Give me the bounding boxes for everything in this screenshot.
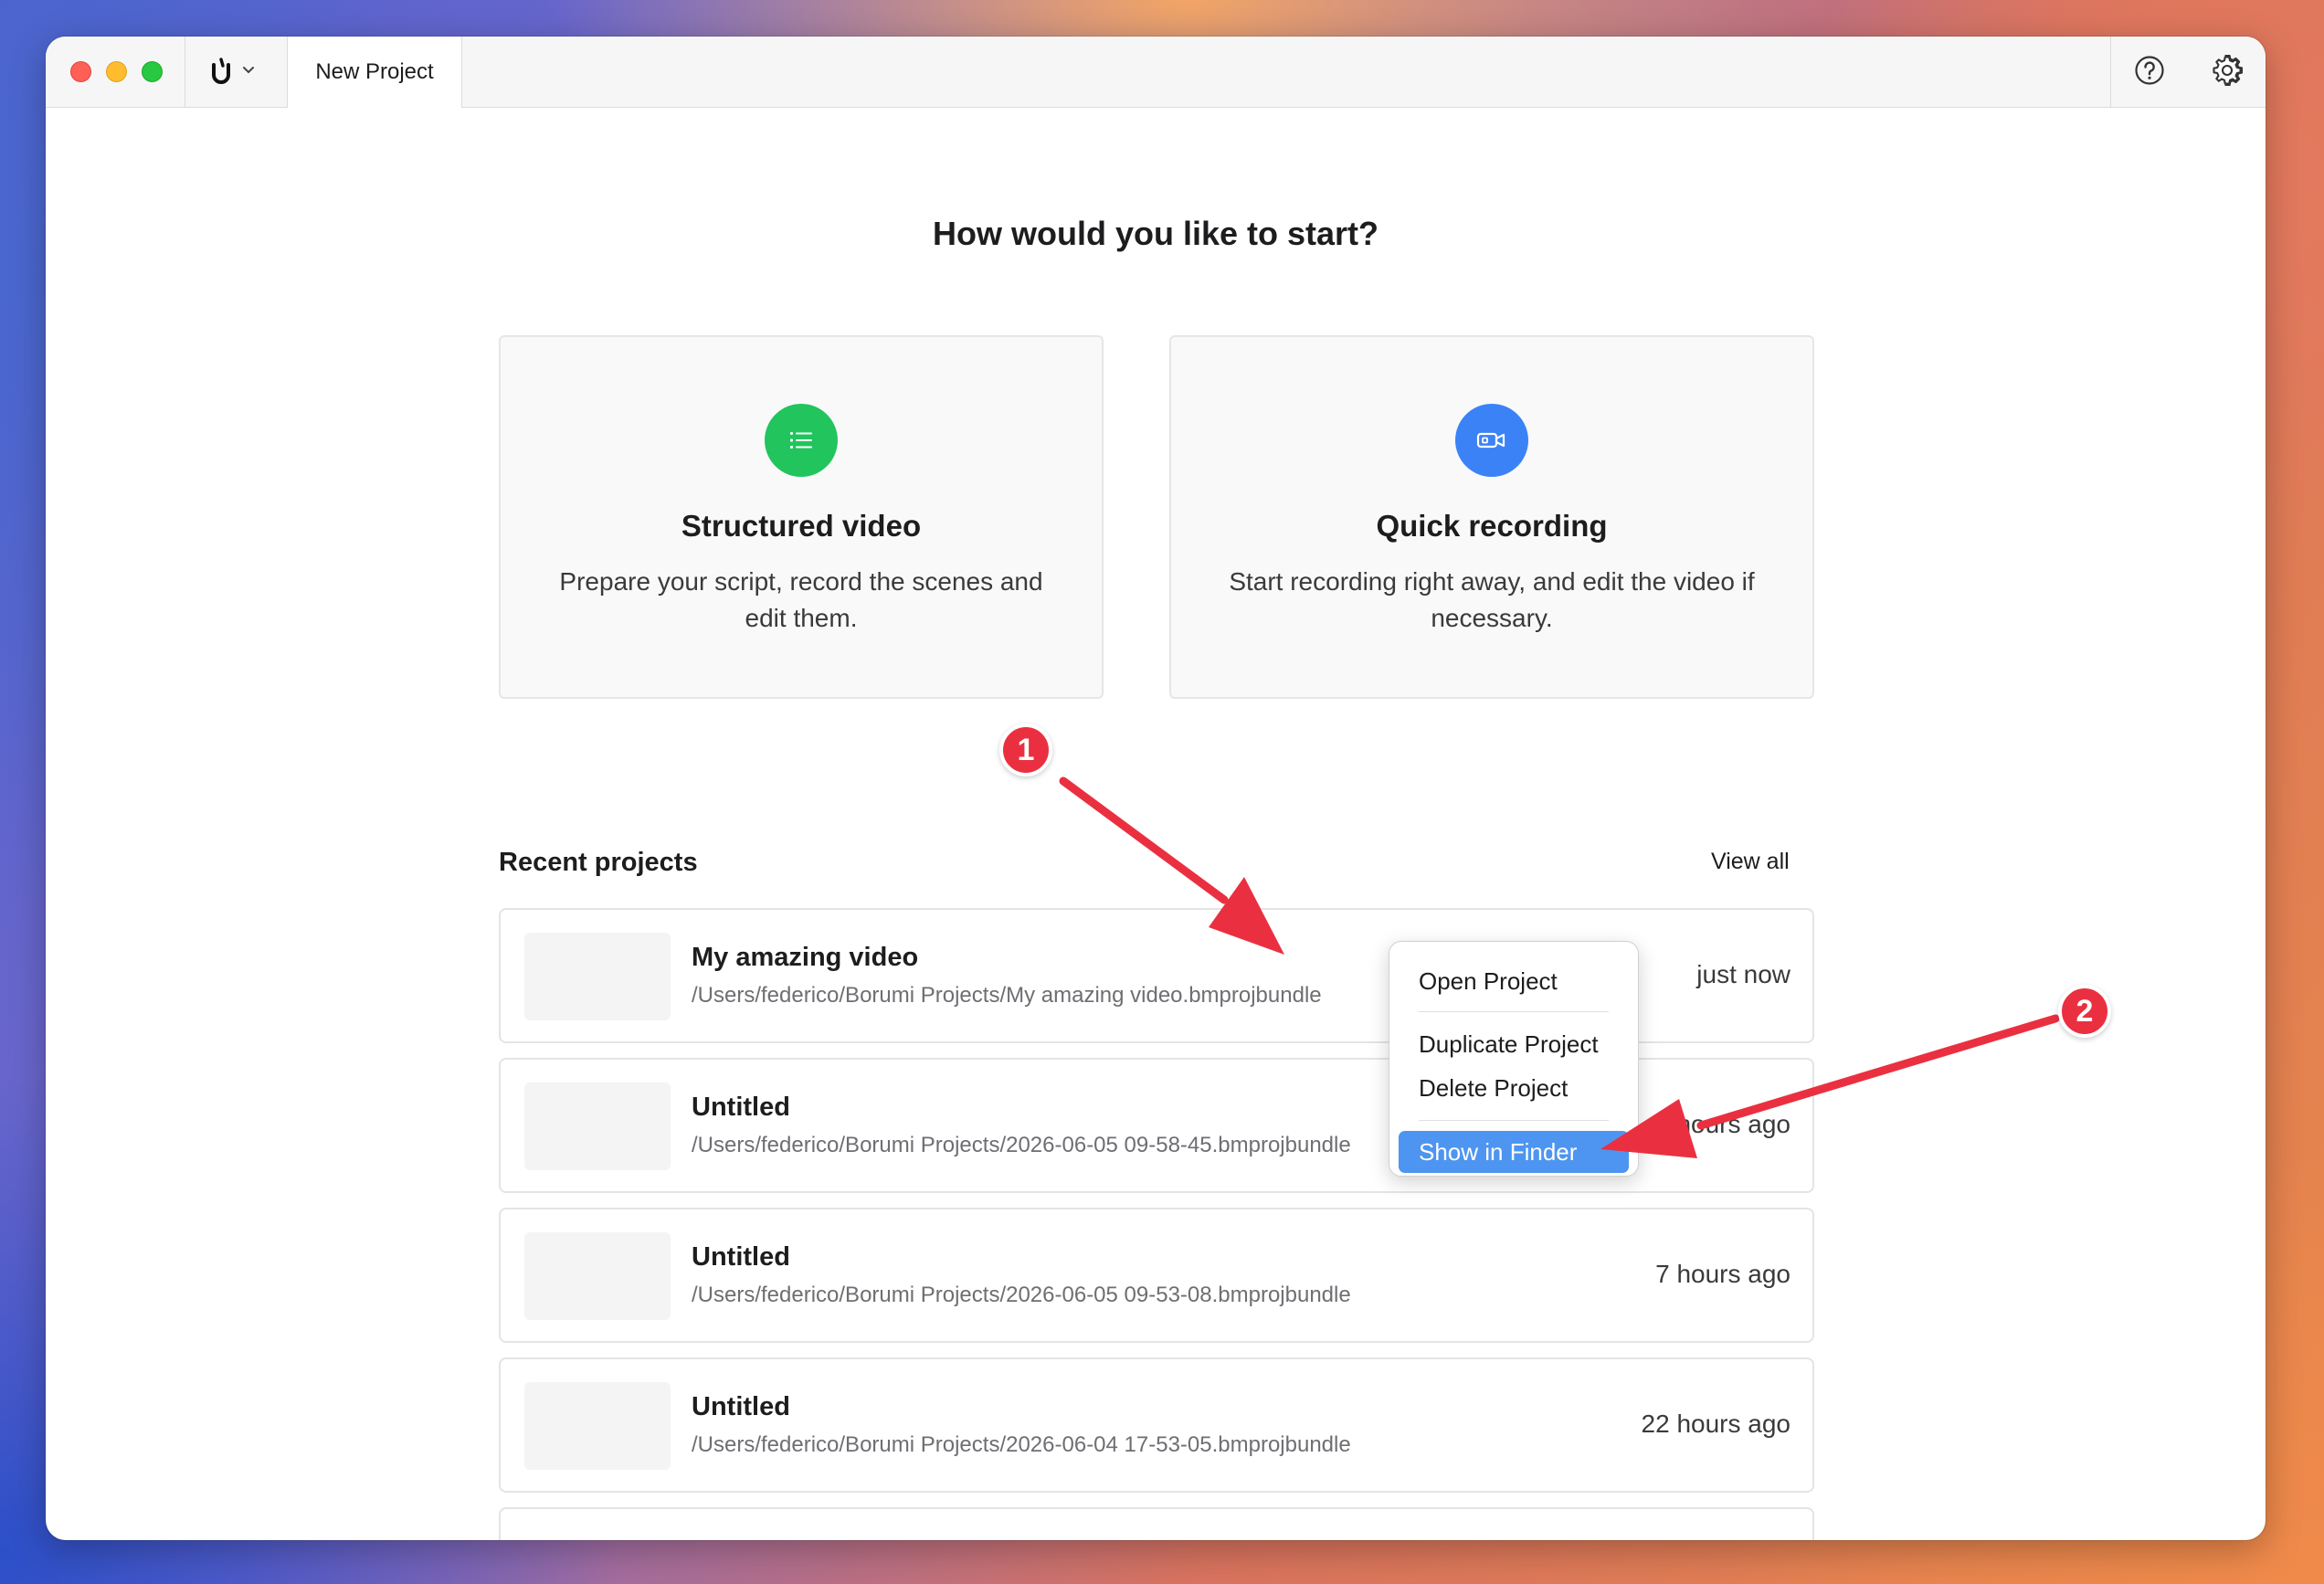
project-path: /Users/federico/Borumi Projects/My amazi… xyxy=(692,983,1322,1008)
menu-item-duplicate-project[interactable]: Duplicate Project xyxy=(1399,1023,1629,1065)
option-description: Start recording right away, and edit the… xyxy=(1229,567,1755,632)
menu-separator xyxy=(1419,1011,1609,1012)
context-menu: Open Project Duplicate Project Delete Pr… xyxy=(1389,941,1639,1177)
project-row[interactable]: Untitled /Users/federico/Borumi Projects… xyxy=(499,1208,1814,1343)
project-time: 22 hours ago xyxy=(1641,1410,1791,1438)
project-row[interactable] xyxy=(499,1507,1814,1540)
borumi-logo-icon xyxy=(210,56,232,90)
project-name: My amazing video xyxy=(692,943,919,972)
option-title: Quick recording xyxy=(1376,509,1608,543)
project-thumbnail xyxy=(524,1382,671,1470)
minimize-window-button[interactable] xyxy=(106,61,127,82)
close-window-button[interactable] xyxy=(70,61,91,82)
app-window: New Project How would you like to start?… xyxy=(46,37,2266,1540)
menu-item-open-project[interactable]: Open Project xyxy=(1399,960,1629,1002)
help-button[interactable] xyxy=(2130,53,2169,91)
recent-projects-heading: Recent projects xyxy=(499,848,698,877)
view-all-link[interactable]: View all xyxy=(1711,849,1790,875)
project-row[interactable]: Untitled /Users/federico/Borumi Projects… xyxy=(499,1357,1814,1493)
project-path: /Users/federico/Borumi Projects/2026-06-… xyxy=(692,1283,1351,1307)
menu-item-show-in-finder[interactable]: Show in Finder xyxy=(1399,1131,1629,1173)
titlebar-divider xyxy=(2110,37,2111,107)
tab-new-project[interactable]: New Project xyxy=(287,37,462,108)
menu-separator xyxy=(1419,1120,1609,1121)
tab-label: New Project xyxy=(315,59,434,84)
title-bar: New Project xyxy=(46,37,2266,108)
quick-recording-option[interactable]: Quick recording Start recording right aw… xyxy=(1169,335,1814,699)
project-time: 7 hours ago xyxy=(1655,1110,1791,1138)
project-name: Untitled xyxy=(692,1392,790,1421)
project-path: /Users/federico/Borumi Projects/2026-06-… xyxy=(692,1432,1351,1457)
settings-button[interactable] xyxy=(2208,53,2246,91)
project-time: 7 hours ago xyxy=(1655,1260,1791,1288)
project-thumbnail xyxy=(524,933,671,1020)
list-icon xyxy=(765,404,838,477)
zoom-window-button[interactable] xyxy=(142,61,163,82)
project-path: /Users/federico/Borumi Projects/2026-06-… xyxy=(692,1133,1351,1157)
video-camera-icon xyxy=(1455,404,1528,477)
gear-icon xyxy=(2212,54,2244,90)
project-name: Untitled xyxy=(692,1093,790,1122)
project-thumbnail xyxy=(524,1082,671,1170)
app-menu-button[interactable] xyxy=(210,55,292,90)
menu-item-delete-project[interactable]: Delete Project xyxy=(1399,1067,1629,1109)
structured-video-option[interactable]: Structured video Prepare your script, re… xyxy=(499,335,1104,699)
project-name: Untitled xyxy=(692,1242,790,1272)
step-1-badge: 1 xyxy=(999,723,1052,776)
option-description: Prepare your script, record the scenes a… xyxy=(559,567,1043,632)
help-icon xyxy=(2134,55,2165,90)
option-title: Structured video xyxy=(681,509,922,543)
chevron-down-icon xyxy=(241,64,256,80)
page-title: How would you like to start? xyxy=(932,215,1379,252)
project-time: just now xyxy=(1696,960,1791,988)
project-thumbnail xyxy=(524,1232,671,1320)
step-2-badge: 2 xyxy=(2058,985,2111,1038)
